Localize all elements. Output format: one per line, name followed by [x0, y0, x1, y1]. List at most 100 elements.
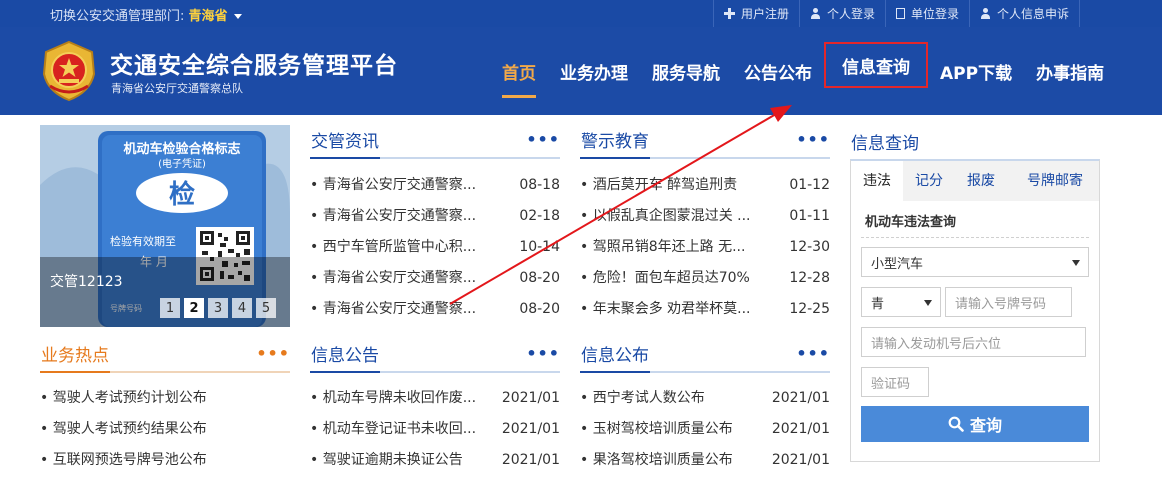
captcha-input[interactable]: 验证码: [861, 367, 929, 397]
nav-info-query[interactable]: 信息查询: [824, 42, 928, 88]
query-tabs: 违法 记分 报废 号牌邮寄: [851, 161, 1099, 201]
tab-points[interactable]: 记分: [903, 161, 955, 201]
nav-home[interactable]: 首页: [490, 27, 548, 115]
chevron-down-icon: [1072, 260, 1080, 266]
nav-announcements[interactable]: 公告公布: [732, 27, 824, 115]
hot-more-button[interactable]: •••: [256, 346, 290, 362]
list-item-text[interactable]: • 果洛驾校培训质量公布: [580, 445, 733, 476]
list-item[interactable]: • 年末聚会多 劝君举杯莫... 12-25: [580, 294, 830, 325]
list-item-text[interactable]: • 驾驶证逾期未换证公告: [310, 445, 463, 476]
list-item-text[interactable]: • 互联网预选号牌号池公布: [40, 445, 207, 476]
list-item-text[interactable]: • 机动车登记证书未收回...: [310, 414, 476, 445]
list-item[interactable]: • 西宁考试人数公布 2021/01: [580, 383, 830, 414]
list-item[interactable]: • 青海省公安厅交通警察... 08-20: [310, 263, 560, 294]
warning-more-button[interactable]: •••: [796, 132, 830, 148]
list-item[interactable]: • 驾驶人考试预约结果公布: [40, 414, 290, 445]
notice-more-button[interactable]: •••: [526, 346, 560, 362]
plate-number-input[interactable]: 请输入号牌号码: [945, 287, 1072, 317]
publish-title[interactable]: 信息公布: [580, 341, 650, 373]
list-item[interactable]: • 西宁车管所监管中心积... 10-14: [310, 232, 560, 263]
notice-panel: 信息公告 ••• • 机动车号牌未收回作废... 2021/01 • 机动车登记证书…: [310, 339, 560, 476]
list-item[interactable]: • 机动车登记证书未收回... 2021/01: [310, 414, 560, 445]
list-item-text[interactable]: • 以假乱真企图蒙混过关 ...: [580, 201, 751, 232]
publish-list: • 西宁考试人数公布 2021/01 • 玉树驾校培训质量公布 2021/01 • …: [580, 383, 830, 476]
personal-login-link[interactable]: 个人登录: [798, 0, 885, 27]
list-item-text[interactable]: • 玉树驾校培训质量公布: [580, 414, 733, 445]
list-item[interactable]: • 驾照吊销8年还上路 无... 12-30: [580, 232, 830, 263]
vehicle-type-select[interactable]: 小型汽车: [861, 247, 1089, 277]
list-item-text[interactable]: • 西宁车管所监管中心积...: [310, 232, 476, 263]
list-item[interactable]: • 驾驶证逾期未换证公告 2021/01: [310, 445, 560, 476]
user-icon: [980, 8, 991, 19]
carousel-page-5[interactable]: 5: [256, 298, 276, 318]
news-more-button[interactable]: •••: [526, 132, 560, 148]
list-item[interactable]: • 青海省公安厅交通警察... 02-18: [310, 201, 560, 232]
list-item-text[interactable]: • 驾照吊销8年还上路 无...: [580, 232, 745, 263]
caret-down-icon[interactable]: [233, 14, 242, 19]
list-item-date: 02-18: [519, 208, 560, 224]
register-link[interactable]: 用户注册: [712, 0, 799, 27]
list-item[interactable]: • 玉树驾校培训质量公布 2021/01: [580, 414, 830, 445]
query-form: 违法 记分 报废 号牌邮寄 机动车违法查询 小型汽车 青 请输入号牌号码 请输入…: [850, 159, 1100, 462]
appeal-link[interactable]: 个人信息申诉: [968, 0, 1080, 27]
list-item-text[interactable]: • 机动车号牌未收回作废...: [310, 383, 476, 414]
banner-carousel[interactable]: 机动车检验合格标志 (电子凭证) 检 检验有效期至 年 月 号牌号码 交管121…: [40, 125, 290, 327]
plate-prefix-select[interactable]: 青: [861, 287, 941, 317]
warning-title[interactable]: 警示教育: [580, 127, 650, 159]
list-item-text[interactable]: • 青海省公安厅交通警察...: [310, 201, 476, 232]
carousel-page-3[interactable]: 3: [208, 298, 228, 318]
personal-login-label: 个人登录: [826, 7, 875, 21]
carousel-page-1[interactable]: 1: [160, 298, 180, 318]
tab-violation[interactable]: 违法: [851, 161, 903, 201]
list-item[interactable]: • 驾驶人考试预约计划公布: [40, 383, 290, 414]
carousel-page-4[interactable]: 4: [232, 298, 252, 318]
list-item-date: 12-30: [789, 239, 830, 255]
main-nav: 首页 业务办理 服务导航 公告公布 信息查询 APP下载 办事指南: [490, 27, 1116, 115]
hot-title[interactable]: 业务热点: [40, 341, 110, 373]
site-header: 交通安全综合服务管理平台 青海省公安厅交通警察总队 首页 业务办理 服务导航 公…: [0, 27, 1162, 115]
query-submit-button[interactable]: 查询: [861, 406, 1089, 442]
unit-login-link[interactable]: 单位登录: [884, 0, 969, 27]
tab-plate-mail[interactable]: 号牌邮寄: [1007, 161, 1095, 201]
site-subtitle: 青海省公安厅交通警察总队: [111, 82, 243, 95]
list-item-text[interactable]: • 青海省公安厅交通警察...: [310, 263, 476, 294]
list-item[interactable]: • 互联网预选号牌号池公布: [40, 445, 290, 476]
list-item-text[interactable]: • 驾驶人考试预约计划公布: [40, 383, 207, 414]
banner-caption[interactable]: 交管12123: [50, 271, 123, 291]
list-item[interactable]: • 果洛驾校培训质量公布 2021/01: [580, 445, 830, 476]
list-item[interactable]: • 青海省公安厅交通警察... 08-18: [310, 170, 560, 201]
tab-scrap[interactable]: 报废: [955, 161, 1007, 201]
list-item-text[interactable]: • 西宁考试人数公布: [580, 383, 705, 414]
list-item[interactable]: • 以假乱真企图蒙混过关 ... 01-11: [580, 201, 830, 232]
list-item-text[interactable]: • 青海省公安厅交通警察...: [310, 294, 476, 325]
list-item-date: 2021/01: [501, 390, 560, 406]
list-item[interactable]: • 酒后莫开车 醉驾追刑责 01-12: [580, 170, 830, 201]
region-value[interactable]: 青海省: [189, 9, 228, 24]
publish-more-button[interactable]: •••: [796, 346, 830, 362]
list-item-date: 2021/01: [501, 421, 560, 437]
card-title: 机动车检验合格标志: [123, 141, 240, 157]
search-icon: [948, 416, 964, 432]
list-item[interactable]: • 危险！面包车超员达70% 12-28: [580, 263, 830, 294]
list-item[interactable]: • 青海省公安厅交通警察... 08-20: [310, 294, 560, 325]
list-item-text[interactable]: • 危险！面包车超员达70%: [580, 263, 750, 294]
nav-service-guide[interactable]: 服务导航: [640, 27, 732, 115]
list-item-date: 01-12: [789, 177, 830, 193]
appeal-label: 个人信息申诉: [996, 7, 1069, 21]
nav-guide[interactable]: 办事指南: [1024, 27, 1116, 115]
document-icon: [895, 8, 905, 19]
list-item-text[interactable]: • 酒后莫开车 醉驾追刑责: [580, 170, 737, 201]
list-item-date: 2021/01: [501, 452, 560, 468]
carousel-page-2[interactable]: 2: [184, 298, 204, 318]
warning-panel: 警示教育 ••• • 酒后莫开车 醉驾追刑责 01-12 • 以假乱真企图蒙混过关 …: [580, 125, 830, 325]
region-switcher[interactable]: 切换公安交通管理部门: 青海省: [50, 5, 242, 24]
notice-title[interactable]: 信息公告: [310, 341, 380, 373]
news-title[interactable]: 交管资讯: [310, 127, 380, 159]
list-item-text[interactable]: • 青海省公安厅交通警察...: [310, 170, 476, 201]
engine-number-input[interactable]: 请输入发动机号后六位: [861, 327, 1086, 357]
list-item[interactable]: • 机动车号牌未收回作废... 2021/01: [310, 383, 560, 414]
nav-business[interactable]: 业务办理: [548, 27, 640, 115]
list-item-text[interactable]: • 年末聚会多 劝君举杯莫...: [580, 294, 751, 325]
nav-app-download[interactable]: APP下载: [928, 27, 1024, 115]
list-item-text[interactable]: • 驾驶人考试预约结果公布: [40, 414, 207, 445]
